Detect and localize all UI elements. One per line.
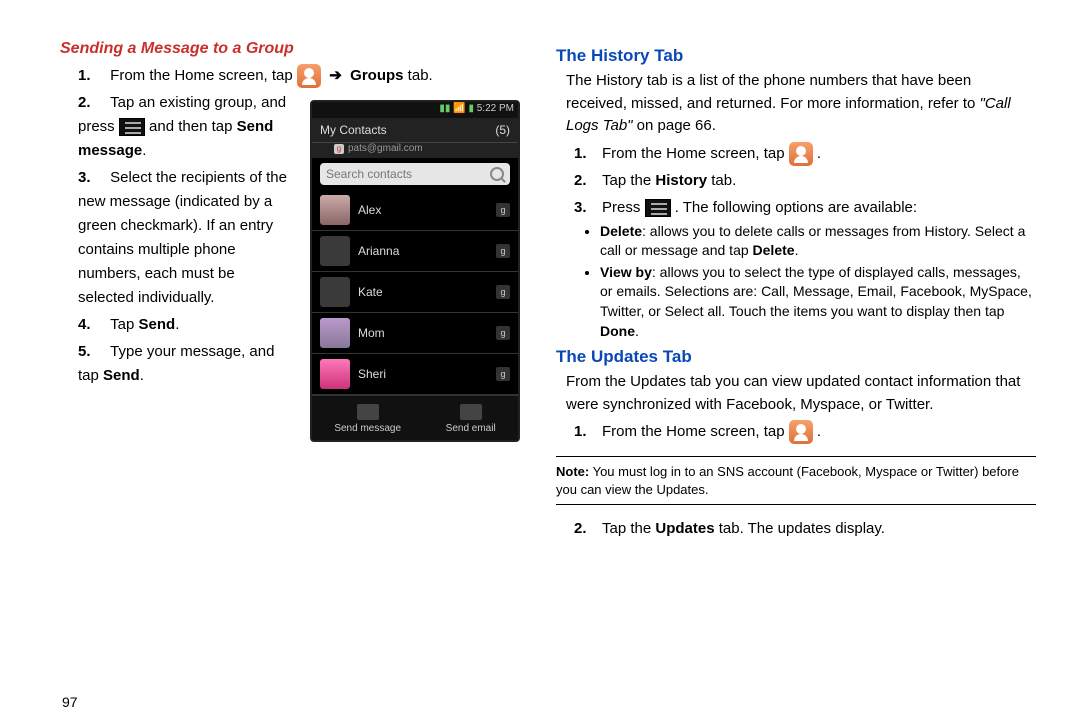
phone-title-bar: My Contacts (5)	[312, 118, 518, 143]
google-badge: g	[496, 203, 510, 217]
updates-intro: From the Updates tab you can view update…	[566, 371, 1036, 416]
avatar	[320, 277, 350, 307]
google-badge: g	[496, 285, 510, 299]
phone-bottom-bar: Send message Send email	[312, 395, 518, 440]
step5-bold: Send	[103, 367, 140, 384]
arrow-icon: ➔	[325, 67, 346, 84]
phone-title: My Contacts	[320, 123, 387, 137]
avatar	[320, 318, 350, 348]
avatar	[320, 195, 350, 225]
phone-account: gpats@gmail.com	[312, 143, 518, 158]
list-item[interactable]: Kateg	[312, 272, 518, 313]
send-message-button[interactable]: Send message	[334, 404, 401, 434]
menu-icon	[119, 118, 145, 136]
step1-text-a: From the Home screen, tap	[110, 67, 293, 84]
section-heading-sending: Sending a Message to a Group	[60, 40, 520, 58]
status-bar: ▮▮ 📶 ▮ 5:22 PM	[312, 102, 518, 118]
contact-list: Alexg Ariannag Kateg Momg Sherig	[312, 190, 518, 395]
phone-count: (5)	[495, 123, 510, 137]
google-badge: g	[496, 244, 510, 258]
page-number: 97	[62, 694, 78, 710]
search-placeholder: Search contacts	[326, 167, 412, 181]
step4-text-b: .	[175, 316, 179, 333]
send-email-button[interactable]: Send email	[446, 404, 496, 434]
list-item[interactable]: Ariannag	[312, 231, 518, 272]
step5-text-b: .	[140, 367, 144, 384]
note-box: Note: You must log in to an SNS account …	[556, 456, 1036, 505]
avatar	[320, 236, 350, 266]
step2-text-c: .	[142, 142, 146, 159]
mail-icon	[460, 404, 482, 420]
step3-text: Select the recipients of the new message…	[78, 169, 287, 306]
envelope-icon	[357, 404, 379, 420]
step2-text-b: and then tap	[149, 118, 237, 135]
status-time: 5:22 PM	[477, 103, 514, 114]
search-icon	[490, 167, 504, 181]
list-item[interactable]: Alexg	[312, 190, 518, 231]
steps-history: 1.From the Home screen, tap . 2.Tap the …	[556, 142, 1036, 342]
step1-text-c: tab.	[404, 67, 433, 84]
phone-screenshot: ▮▮ 📶 ▮ 5:22 PM My Contacts (5) gpats@gma…	[310, 100, 520, 442]
step1-bold: Groups	[350, 67, 403, 84]
avatar	[320, 359, 350, 389]
google-badge: g	[496, 326, 510, 340]
step4-text-a: Tap	[110, 316, 138, 333]
google-badge: g	[496, 367, 510, 381]
steps-updates-2: 2.Tap the Updates tab. The updates displ…	[556, 517, 1036, 541]
menu-icon	[645, 199, 671, 217]
history-intro: The History tab is a list of the phone n…	[566, 70, 1036, 138]
contacts-icon	[789, 420, 813, 444]
step4-bold: Send	[139, 316, 176, 333]
search-field[interactable]: Search contacts	[320, 163, 510, 185]
heading-updates: The Updates Tab	[556, 347, 1036, 367]
list-item[interactable]: Momg	[312, 313, 518, 354]
contacts-icon	[297, 64, 321, 88]
heading-history: The History Tab	[556, 46, 1036, 66]
list-item[interactable]: Sherig	[312, 354, 518, 395]
contacts-icon	[789, 142, 813, 166]
steps-updates: 1.From the Home screen, tap .	[556, 420, 1036, 444]
